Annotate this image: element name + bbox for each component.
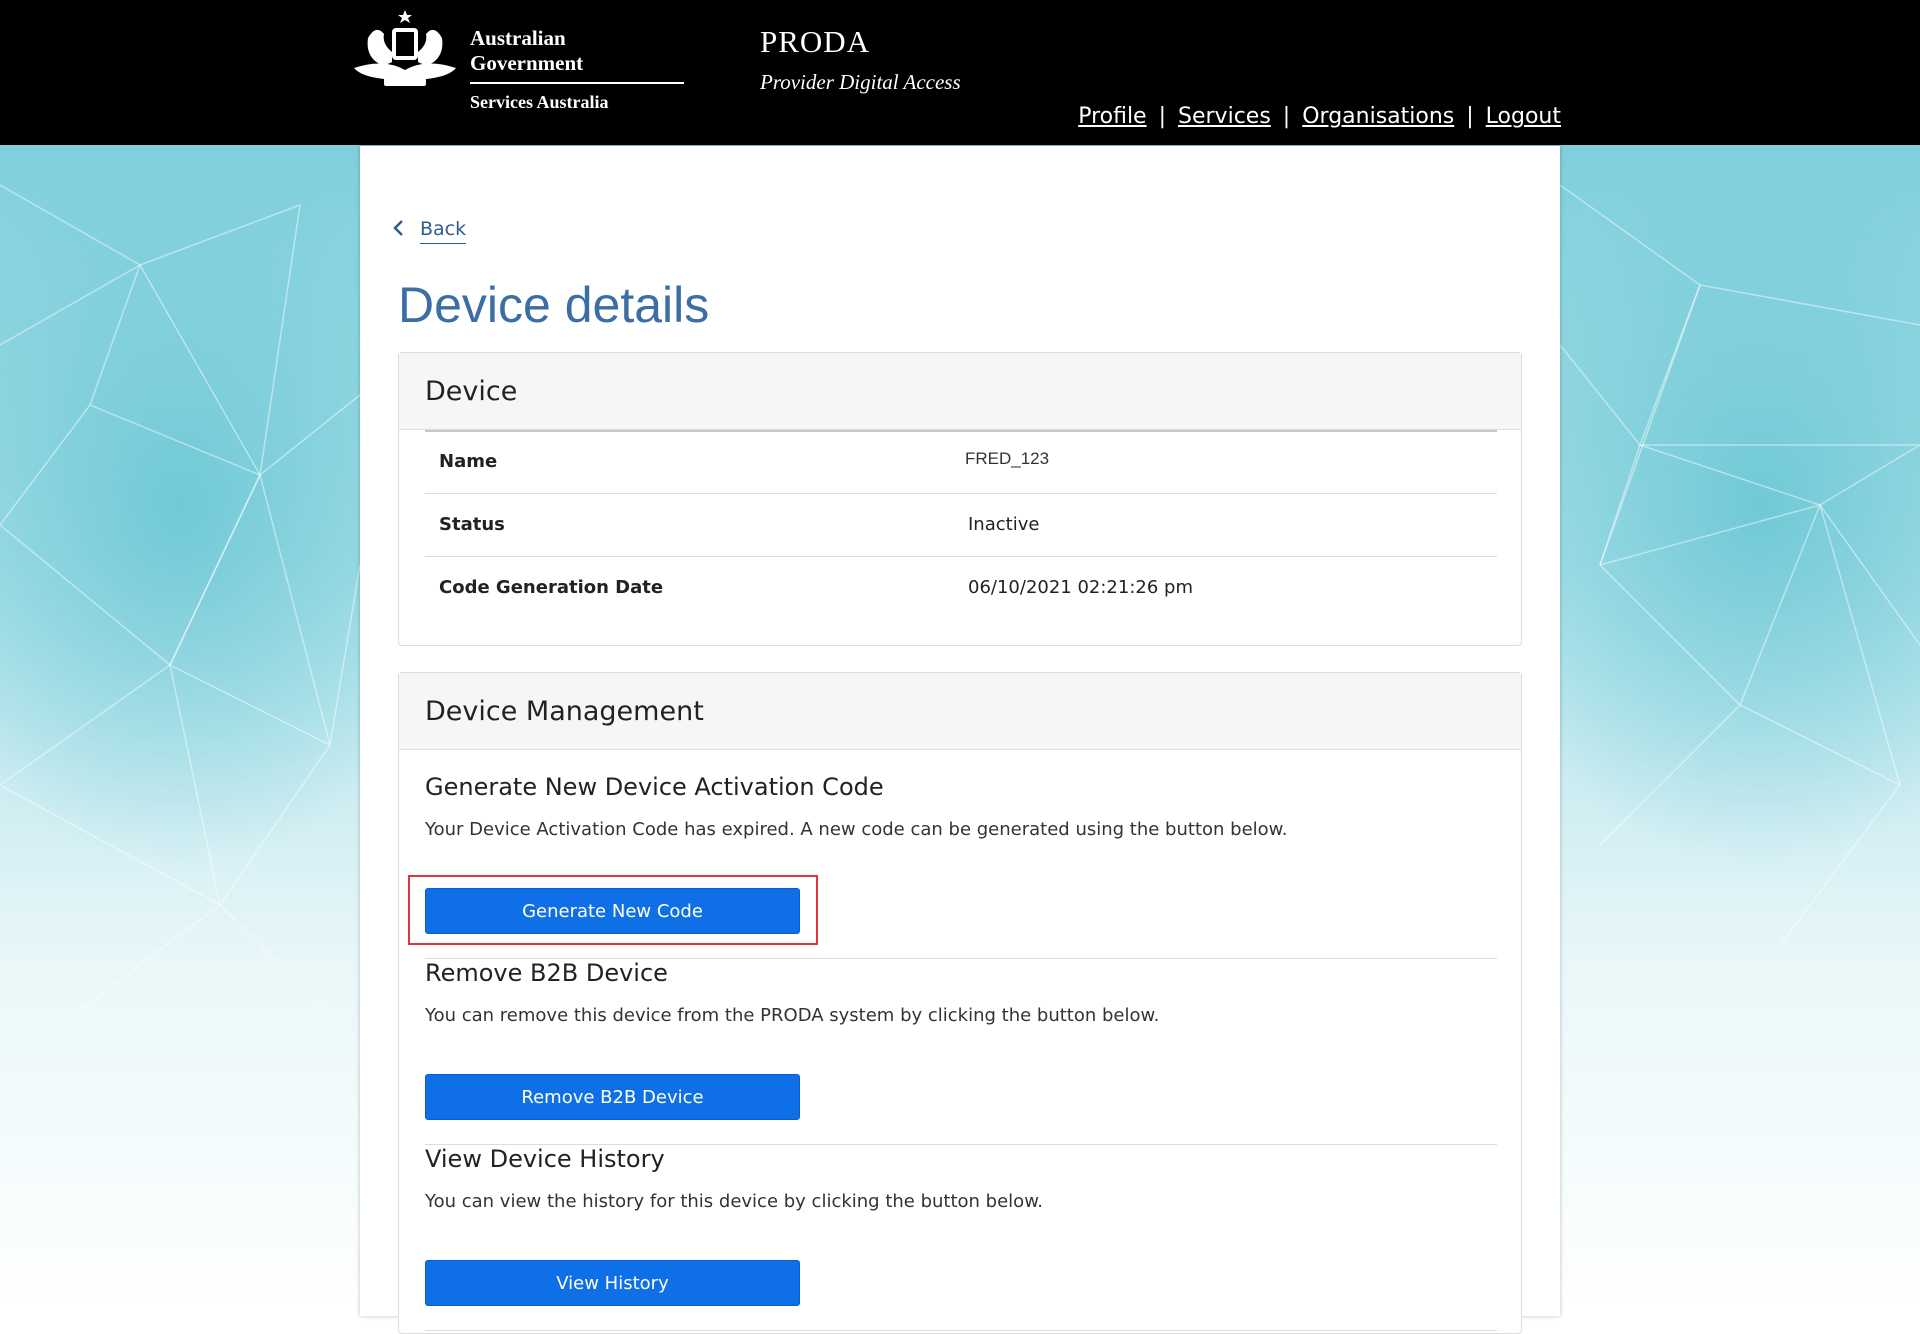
chevron-left-icon — [392, 218, 412, 244]
nav-organisations-link[interactable]: Organisations — [1302, 104, 1454, 129]
device-management-card: Device Management Generate New Device Ac… — [398, 672, 1522, 1334]
nav-services-link[interactable]: Services — [1178, 104, 1271, 129]
device-card-heading: Device — [399, 353, 1521, 430]
device-card: Device Name FRED_123 Status Inactive Cod… — [398, 352, 1522, 646]
detail-row-name: Name FRED_123 — [425, 431, 1497, 494]
device-status-value: Inactive — [968, 514, 1040, 535]
remove-device-section: Remove B2B Device You can remove this de… — [425, 959, 1497, 1145]
code-generation-date-value: 06/10/2021 02:21:26 pm — [968, 577, 1193, 598]
detail-label: Name — [439, 451, 498, 472]
detail-row-code-date: Code Generation Date 06/10/2021 02:21:26… — [425, 557, 1497, 619]
agency-name-line: Services Australia — [470, 92, 609, 112]
detail-row-status: Status Inactive — [425, 494, 1497, 557]
app-subtitle: Provider Digital Access — [760, 70, 961, 94]
page-title: Device details — [398, 277, 710, 333]
section-title: View Device History — [425, 1145, 665, 1173]
back-link-label: Back — [420, 218, 467, 244]
nav-logout-link[interactable]: Logout — [1486, 104, 1561, 129]
remove-b2b-device-button[interactable]: Remove B2B Device — [425, 1074, 800, 1120]
detail-label: Status — [439, 514, 505, 535]
device-management-heading: Device Management — [399, 673, 1521, 750]
section-title: Generate New Device Activation Code — [425, 773, 884, 801]
nav-profile-link[interactable]: Profile — [1078, 104, 1146, 129]
section-description: You can view the history for this device… — [425, 1191, 1043, 1212]
back-link[interactable]: Back — [392, 218, 467, 244]
view-history-button[interactable]: View History — [425, 1260, 800, 1306]
government-branding: Australian Government Services Australia — [470, 26, 684, 113]
view-history-section: View Device History You can view the his… — [425, 1145, 1497, 1331]
divider — [425, 1330, 1497, 1331]
device-name-value: FRED_123 — [965, 449, 1050, 468]
site-header: Australian Government Services Australia… — [0, 0, 1920, 145]
nav-separator: | — [1466, 104, 1474, 129]
australian-coat-of-arms-icon — [354, 10, 456, 86]
nav-separator: | — [1158, 104, 1167, 129]
section-description: Your Device Activation Code has expired.… — [425, 819, 1288, 840]
generate-code-section: Generate New Device Activation Code Your… — [408, 773, 1497, 959]
detail-label: Code Generation Date — [439, 577, 664, 598]
generate-new-code-button[interactable]: Generate New Code — [425, 888, 800, 934]
section-description: You can remove this device from the PROD… — [425, 1005, 1160, 1026]
top-nav: Profile | Services | Organisations | Log… — [1078, 104, 1561, 129]
nav-separator: | — [1282, 104, 1291, 129]
gov-name-line: Australian Government — [470, 26, 684, 84]
app-title: PRODA — [760, 24, 871, 59]
main-content-panel: Back Device details Device Name FRED_123… — [360, 146, 1560, 1334]
section-title: Remove B2B Device — [425, 959, 668, 987]
